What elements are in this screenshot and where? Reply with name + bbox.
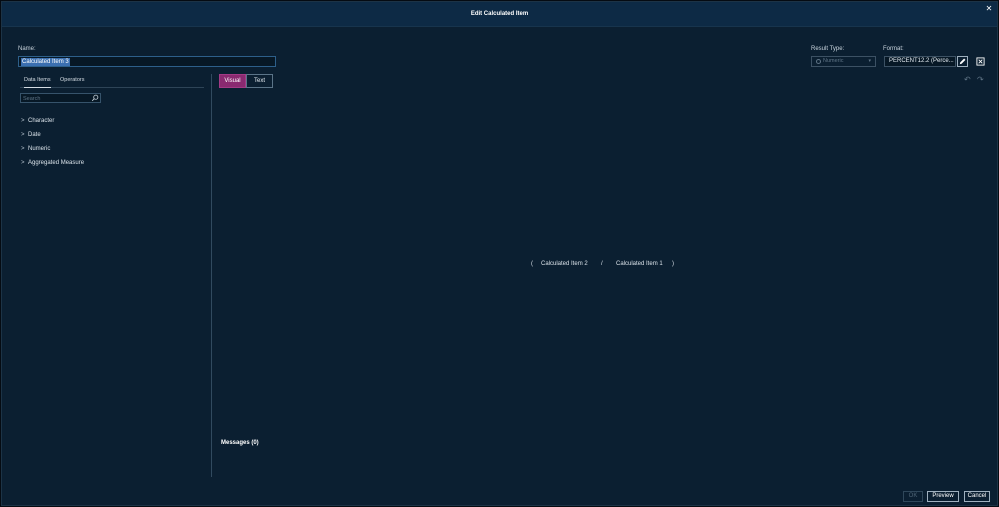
result-type-select: Numeric ▾ — [811, 56, 876, 67]
edit-format-button[interactable] — [957, 56, 968, 67]
expression-close-paren: ) — [672, 261, 674, 267]
tree-item-label: Aggregated Measure — [28, 160, 85, 166]
result-type-label: Result Type: — [811, 46, 845, 52]
dialog-titlebar: Edit Calculated Item ✕ — [2, 2, 997, 27]
pencil-icon — [959, 58, 966, 65]
tab-operators[interactable]: Operators — [60, 77, 84, 88]
chevron-right-icon: > — [21, 146, 25, 152]
chevron-right-icon: > — [21, 132, 25, 138]
search-icon[interactable] — [91, 94, 99, 102]
tree-item-aggregated-measure[interactable]: > Aggregated Measure — [21, 160, 84, 169]
close-icon[interactable]: ✕ — [984, 4, 994, 14]
search-input[interactable] — [23, 95, 89, 102]
clear-icon — [976, 57, 985, 66]
tree-item-character[interactable]: > Character — [21, 118, 54, 127]
name-label: Name: — [18, 46, 36, 52]
ok-button[interactable]: OK — [903, 491, 923, 502]
chevron-right-icon: > — [21, 118, 25, 124]
clear-format-button[interactable] — [975, 56, 986, 67]
format-label: Format: — [883, 46, 904, 52]
tree-item-numeric[interactable]: > Numeric — [21, 146, 50, 155]
tree-item-label: Numeric — [28, 146, 51, 152]
redo-icon[interactable]: ↷ — [977, 76, 985, 84]
chevron-down-icon: ▾ — [868, 58, 871, 64]
name-input[interactable]: Calculated Item 3 — [18, 56, 276, 67]
expression-right-operand[interactable]: Calculated Item 1 — [616, 261, 663, 267]
cancel-button[interactable]: Cancel — [964, 491, 990, 502]
name-input-value: Calculated Item 3 — [21, 58, 70, 66]
text-mode-button[interactable]: Text — [246, 74, 273, 88]
undo-icon[interactable]: ↶ — [964, 76, 972, 84]
preview-button[interactable]: Preview — [927, 491, 959, 502]
expression-operator[interactable]: / — [601, 261, 603, 267]
edit-calculated-item-dialog: Edit Calculated Item ✕ Name: Calculated … — [1, 1, 998, 506]
result-type-value: Numeric — [823, 58, 844, 64]
tree-item-label: Character — [28, 118, 55, 124]
chevron-right-icon: > — [21, 160, 25, 166]
left-panel-tabs: Data Items Operators — [20, 76, 204, 88]
search-box — [20, 93, 101, 103]
expression-open-paren: ( — [531, 261, 533, 267]
tree-item-label: Date — [28, 132, 41, 138]
expression-left-operand[interactable]: Calculated Item 2 — [541, 261, 588, 267]
messages-label[interactable]: Messages (0) — [221, 440, 259, 446]
tree-item-date[interactable]: > Date — [21, 132, 41, 141]
dialog-title: Edit Calculated Item — [470, 11, 529, 17]
tab-data-items[interactable]: Data Items — [24, 77, 51, 88]
format-field: PERCENT12.2 (Perce... — [884, 56, 956, 67]
panel-divider[interactable] — [211, 74, 212, 477]
radio-icon — [816, 59, 821, 64]
visual-mode-button[interactable]: Visual — [219, 74, 246, 88]
